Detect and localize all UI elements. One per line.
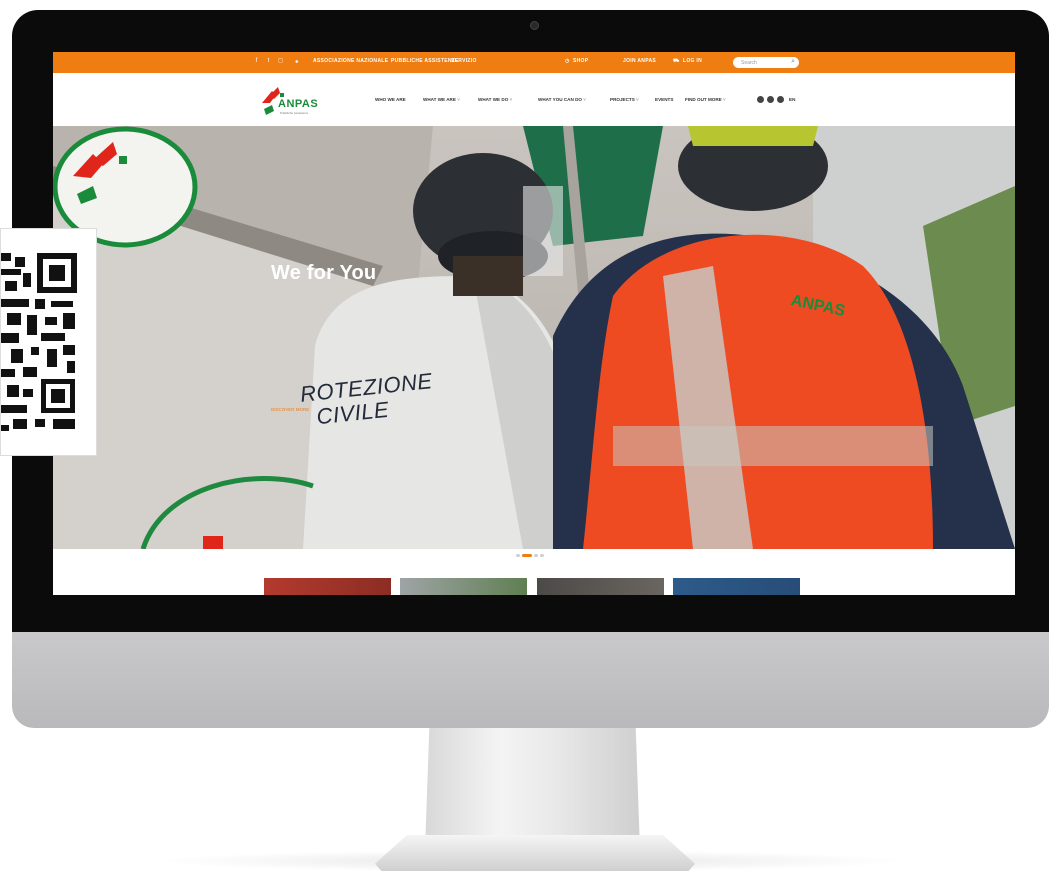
card-thumbnail[interactable] [400, 578, 527, 595]
anpas-logo[interactable]: ANPAS Pubbliche Assistenze [258, 85, 338, 119]
website-screen: f t ◻ ❖ ASSOCIAZIONE NAZIONALE PUBBLICHE… [53, 52, 1015, 595]
nav-what-we-are[interactable]: WHAT WE ARE ˅ [423, 97, 460, 102]
slider-dot[interactable] [534, 554, 538, 557]
nav-what-you-can-do[interactable]: WHAT YOU CAN DO ˅ [538, 97, 586, 102]
login-link[interactable]: LOG IN [683, 58, 702, 64]
twitter-icon[interactable]: t [265, 58, 272, 65]
monitor-chin [12, 632, 1049, 728]
shop-link[interactable]: SHOP [573, 58, 588, 64]
instagram-circle-icon[interactable] [767, 96, 774, 103]
topbar-link-assistance[interactable]: PUBBLICHE ASSISTENZE [391, 58, 459, 64]
chevron-down-icon: ˅ [721, 97, 726, 102]
search-placeholder: Search [741, 60, 757, 66]
topbar-link-service[interactable]: SERVIZIO [451, 58, 477, 64]
nav-find-out-more[interactable]: FIND OUT MORE ˅ [685, 97, 726, 102]
monitor-stand [425, 728, 640, 850]
topbar-link-association[interactable]: ASSOCIAZIONE NAZIONALE [313, 58, 388, 64]
cart-icon[interactable]: ⛟ [673, 58, 680, 65]
card-thumbnail[interactable] [673, 578, 800, 595]
youtube-circle-icon[interactable] [777, 96, 784, 103]
facebook-icon[interactable]: f [253, 58, 260, 65]
logo-subtitle: Pubbliche Assistenze [280, 111, 309, 115]
chevron-down-icon: ˅ [508, 97, 513, 102]
card-thumbnail[interactable] [264, 578, 391, 595]
chevron-down-icon: ˅ [634, 97, 639, 102]
hero-cta-link[interactable]: DISCOVER MORE [271, 407, 309, 412]
nav-what-we-do[interactable]: WHAT WE DO ˅ [478, 97, 512, 102]
chevron-down-icon: ˅ [581, 97, 586, 102]
join-link[interactable]: JOIN ANPAS [623, 58, 656, 64]
slider-dot[interactable] [540, 554, 544, 557]
nav-projects[interactable]: PROJECTS ˅ [610, 97, 639, 102]
shop-icon[interactable]: ◷ [565, 58, 570, 64]
webcam [530, 21, 539, 30]
slider-dot-active[interactable] [522, 554, 532, 557]
card-thumbnail[interactable] [537, 578, 664, 595]
facebook-circle-icon[interactable] [757, 96, 764, 103]
main-navbar: ANPAS Pubbliche Assistenze WHO WE ARE WH… [53, 73, 1015, 126]
hero-title: We for You [271, 262, 377, 284]
search-input[interactable]: Search ⌕ [733, 57, 799, 68]
nav-events[interactable]: EVENTS [655, 97, 673, 102]
top-bar: f t ◻ ❖ ASSOCIAZIONE NAZIONALE PUBBLICHE… [53, 52, 1015, 73]
search-icon: ⌕ [791, 58, 795, 65]
chevron-down-icon: ˅ [455, 97, 460, 102]
slider-dot[interactable] [516, 554, 520, 557]
hero-banner: ANPAS ROTEZIONE CIVILE We for You DISCOV… [53, 126, 1015, 549]
nav-who-we-are[interactable]: WHO WE ARE [375, 97, 406, 102]
monitor-base [375, 835, 695, 871]
qr-code-icon [1, 253, 77, 431]
logo-wordmark: ANPAS [278, 98, 319, 110]
topbar-link[interactable]: ❖ [295, 59, 299, 64]
language-switcher[interactable]: EN [789, 97, 795, 102]
qr-code [0, 228, 97, 456]
instagram-icon[interactable]: ◻ [277, 58, 284, 65]
